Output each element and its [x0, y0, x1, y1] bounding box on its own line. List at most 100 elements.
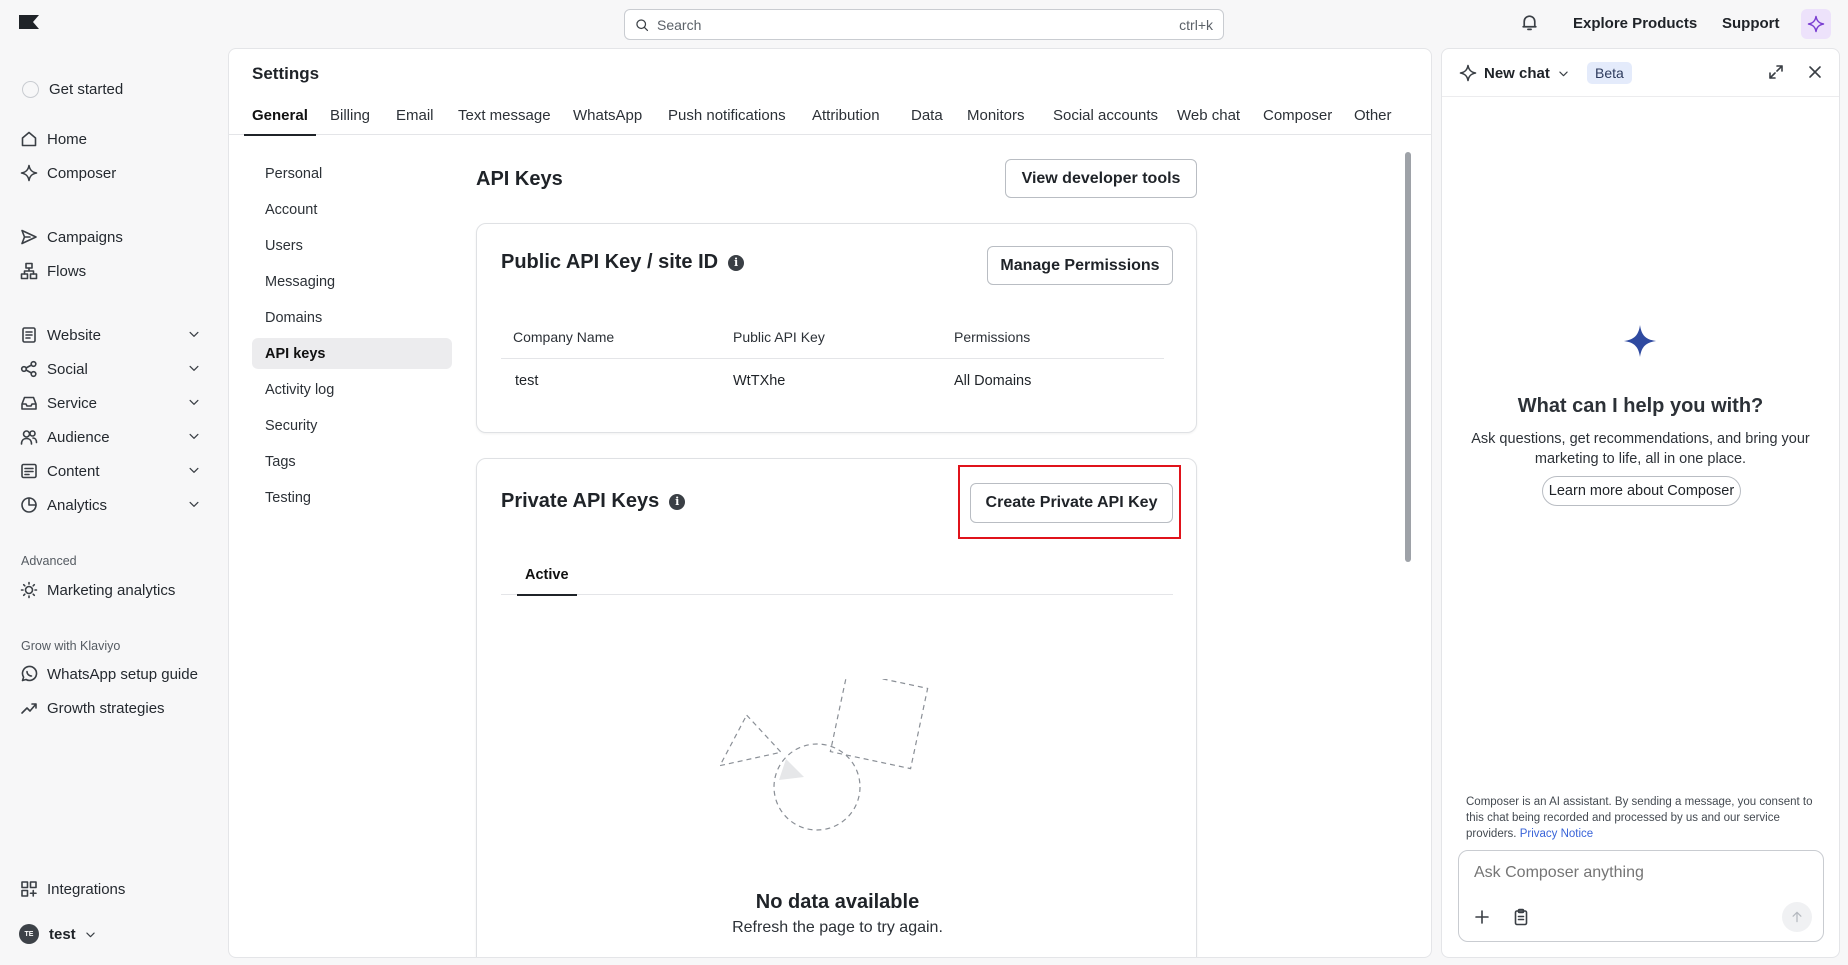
- tab-social-accounts[interactable]: Social accounts: [1053, 107, 1158, 135]
- support-link[interactable]: Support: [1722, 15, 1780, 32]
- nav-label: WhatsApp setup guide: [47, 665, 198, 683]
- public-key-title: Public API Key / site ID: [501, 251, 719, 273]
- settings-panel: Settings General Billing Email Text mess…: [228, 48, 1432, 958]
- composer-toggle-button[interactable]: [1801, 9, 1831, 39]
- tab-email[interactable]: Email: [396, 107, 434, 135]
- tab-billing[interactable]: Billing: [330, 107, 370, 135]
- nav-label: Composer: [47, 164, 117, 182]
- nav-home[interactable]: Home: [20, 125, 210, 153]
- nav-website[interactable]: Website: [20, 321, 210, 349]
- nav-label: Home: [47, 130, 88, 148]
- info-icon[interactable]: i: [728, 254, 745, 271]
- tab-text-message[interactable]: Text message: [458, 107, 551, 135]
- account-name: test: [49, 925, 76, 943]
- private-keys-title: Private API Keys: [501, 490, 660, 512]
- subnav-messaging[interactable]: Messaging: [252, 266, 452, 297]
- nav-composer[interactable]: Composer: [20, 159, 210, 187]
- info-icon[interactable]: i: [669, 493, 686, 510]
- explore-products-link[interactable]: Explore Products: [1573, 15, 1697, 32]
- tab-general[interactable]: General: [244, 107, 316, 136]
- sparkle-icon: [1807, 15, 1825, 33]
- subnav-testing[interactable]: Testing: [252, 482, 452, 513]
- private-keys-tabs: Active: [501, 557, 1173, 596]
- empty-state-title: No data available: [755, 891, 920, 913]
- public-api-key-cell: WtTXhe: [733, 373, 786, 389]
- tab-push-notifications[interactable]: Push notifications: [668, 107, 786, 135]
- tab-active[interactable]: Active: [517, 567, 576, 596]
- sparkle-icon: [1623, 324, 1657, 358]
- nav-content[interactable]: Content: [20, 457, 210, 485]
- public-api-key-card: Public API Key / site ID i Manage Permis…: [476, 223, 1197, 433]
- plus-icon[interactable]: [1473, 908, 1491, 926]
- search-icon: [636, 18, 649, 31]
- subnav-personal[interactable]: Personal: [252, 158, 452, 189]
- chat-welcome-title: What can I help you with?: [1517, 395, 1764, 417]
- chat-input[interactable]: [1474, 864, 1804, 882]
- chevron-down-icon: [85, 931, 95, 937]
- nav-campaigns[interactable]: Campaigns: [20, 223, 210, 251]
- tab-other[interactable]: Other: [1354, 107, 1392, 135]
- subnav-activity-log[interactable]: Activity log: [252, 374, 452, 405]
- notifications-bell-icon[interactable]: [1520, 13, 1539, 32]
- nav-label: Growth strategies: [47, 699, 165, 717]
- sparkle-icon: [1459, 64, 1477, 82]
- subnav-tags[interactable]: Tags: [252, 446, 452, 477]
- home-icon: [21, 131, 37, 147]
- nav-integrations[interactable]: Integrations: [20, 875, 210, 903]
- nav-service[interactable]: Service: [20, 389, 210, 417]
- tab-attribution[interactable]: Attribution: [812, 107, 880, 135]
- search-bar[interactable]: Search ctrl+k: [624, 9, 1224, 40]
- page-title: Settings: [252, 64, 320, 83]
- learn-more-composer-button[interactable]: Learn more about Composer: [1542, 476, 1741, 506]
- chevron-down-icon: [189, 433, 199, 439]
- lightbulb-icon: [20, 581, 38, 599]
- account-switcher[interactable]: TE test: [19, 924, 97, 944]
- expand-icon[interactable]: [1767, 63, 1785, 81]
- chevron-down-icon: [189, 399, 199, 405]
- chevron-down-icon: [189, 501, 199, 507]
- scrollbar-thumb[interactable]: [1405, 152, 1411, 562]
- tab-whatsapp[interactable]: WhatsApp: [573, 107, 642, 135]
- nav-marketing-analytics[interactable]: Marketing analytics: [20, 576, 210, 604]
- send-button[interactable]: [1782, 902, 1812, 932]
- tab-web-chat[interactable]: Web chat: [1177, 107, 1240, 135]
- share-icon: [20, 360, 37, 378]
- progress-ring-icon: [22, 80, 39, 98]
- close-icon[interactable]: [1806, 63, 1824, 81]
- tab-monitors[interactable]: Monitors: [967, 107, 1025, 135]
- chat-disclaimer: Composer is an AI assistant. By sending …: [1466, 794, 1821, 842]
- nav-label: Website: [47, 326, 101, 344]
- subnav-account[interactable]: Account: [252, 194, 452, 225]
- nav-whatsapp-guide[interactable]: WhatsApp setup guide: [20, 660, 210, 688]
- klaviyo-logo[interactable]: [19, 15, 39, 29]
- search-placeholder: Search: [657, 16, 702, 33]
- view-developer-tools-button[interactable]: View developer tools: [1005, 159, 1197, 198]
- search-shortcut: ctrl+k: [1179, 16, 1213, 33]
- nav-audience[interactable]: Audience: [20, 423, 210, 451]
- manage-permissions-button[interactable]: Manage Permissions: [987, 246, 1173, 285]
- users-icon: [20, 430, 38, 445]
- nav-analytics[interactable]: Analytics: [20, 491, 210, 519]
- subnav-api-keys[interactable]: API keys: [252, 338, 452, 369]
- tab-data[interactable]: Data: [911, 107, 943, 135]
- nav-social[interactable]: Social: [20, 355, 210, 383]
- grid-icon: [21, 881, 37, 897]
- composer-chat-panel: New chat Beta What can I help you with? …: [1441, 48, 1840, 958]
- pie-chart-icon: [21, 497, 37, 513]
- clipboard-icon[interactable]: [1512, 908, 1530, 926]
- nav-label: Audience: [47, 428, 110, 446]
- nav-get-started[interactable]: Get started: [20, 75, 210, 103]
- nav-flows[interactable]: Flows: [20, 257, 210, 285]
- subnav-users[interactable]: Users: [252, 230, 452, 261]
- nav-growth-strategies[interactable]: Growth strategies: [20, 694, 210, 722]
- subnav-security[interactable]: Security: [252, 410, 452, 441]
- section-title: API Keys: [476, 168, 563, 190]
- chat-header: New chat Beta: [1442, 49, 1839, 97]
- send-icon: [21, 229, 37, 245]
- sparkle-icon: [20, 164, 38, 182]
- privacy-notice-link[interactable]: Privacy Notice: [1520, 828, 1594, 840]
- tab-composer[interactable]: Composer: [1263, 107, 1332, 135]
- subnav-domains[interactable]: Domains: [252, 302, 452, 333]
- avatar: TE: [19, 924, 39, 944]
- new-chat-dropdown[interactable]: New chat: [1459, 64, 1570, 82]
